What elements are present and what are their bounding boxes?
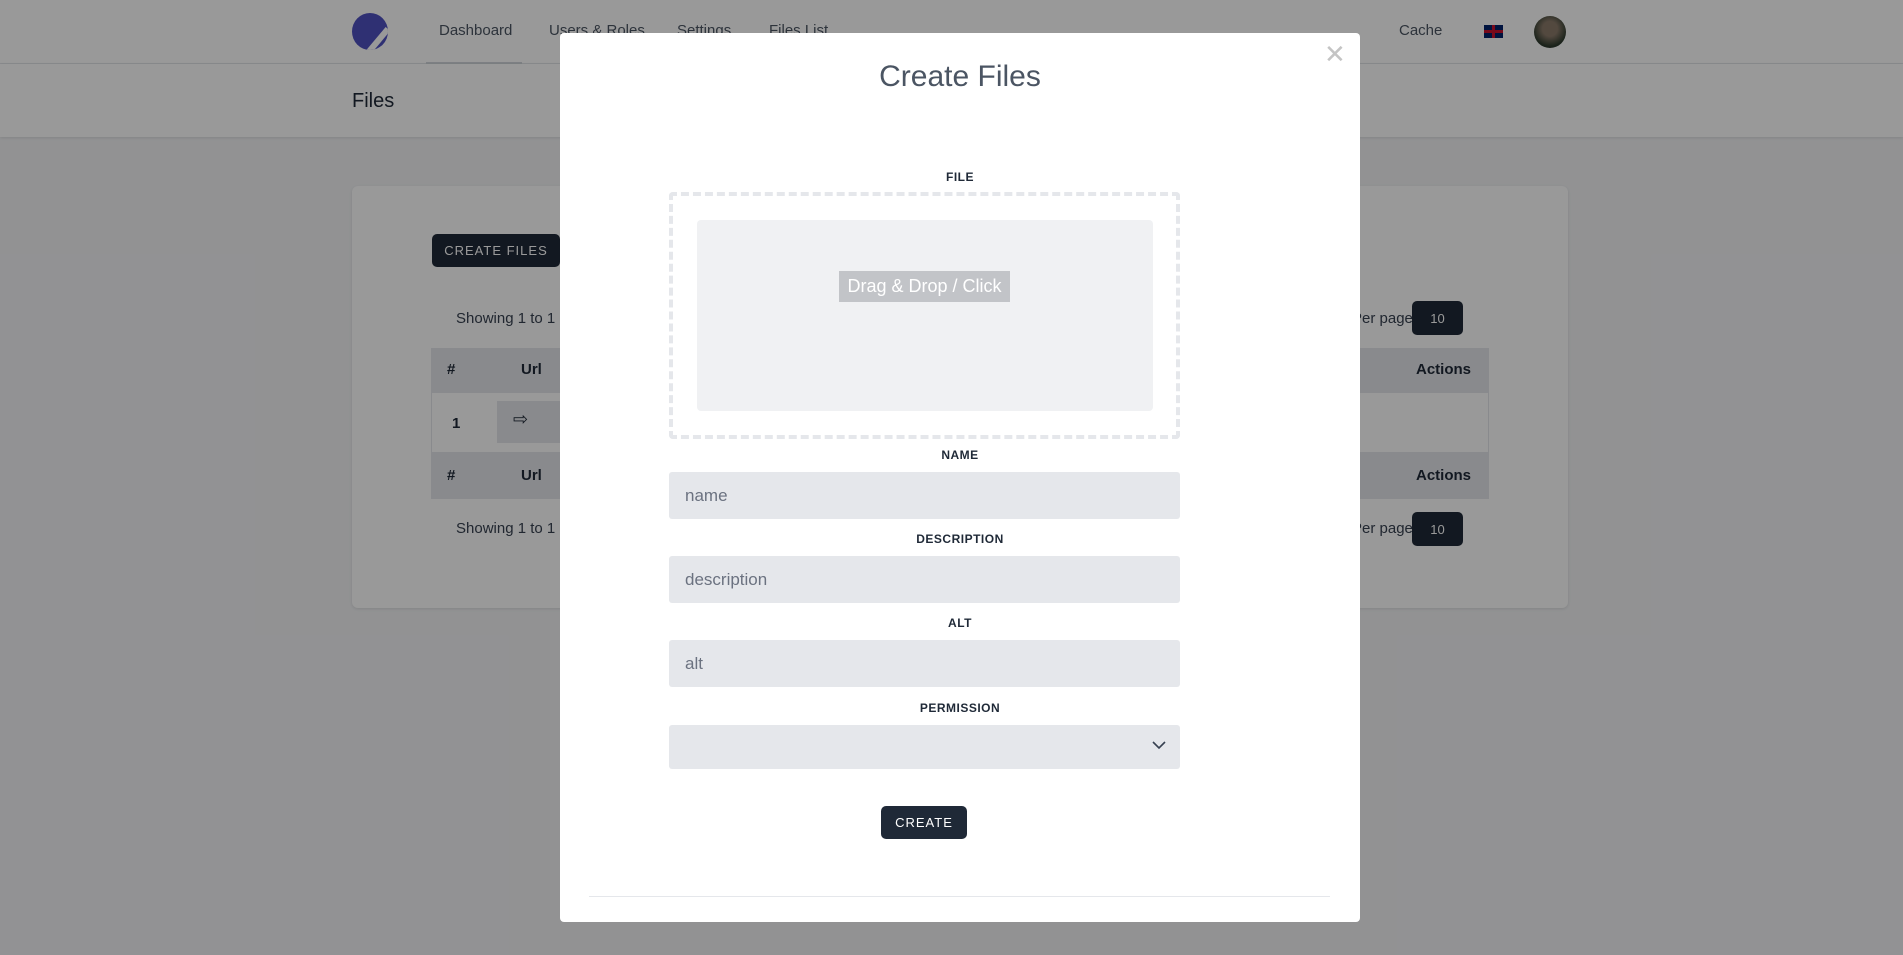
description-label: DESCRIPTION bbox=[916, 532, 1004, 546]
create-files-modal: ✕ Create Files FILE Drag & Drop / Click … bbox=[560, 33, 1360, 922]
file-label: FILE bbox=[946, 170, 974, 184]
modal-title: Create Files bbox=[879, 60, 1041, 93]
permission-label: PERMISSION bbox=[919, 701, 1001, 715]
drop-text[interactable]: Drag & Drop / Click bbox=[839, 271, 1010, 302]
alt-input[interactable] bbox=[669, 640, 1180, 687]
name-input[interactable] bbox=[669, 472, 1180, 519]
divider bbox=[589, 896, 1330, 897]
name-label: NAME bbox=[941, 448, 979, 462]
dropzone-area[interactable]: Drag & Drop / Click bbox=[697, 220, 1153, 411]
create-button[interactable]: CREATE bbox=[881, 806, 967, 839]
alt-label: ALT bbox=[948, 616, 972, 630]
description-input[interactable] bbox=[669, 556, 1180, 603]
file-dropzone[interactable]: Drag & Drop / Click bbox=[669, 192, 1180, 439]
chevron-down-icon bbox=[1152, 741, 1166, 750]
permission-select[interactable] bbox=[669, 725, 1180, 769]
